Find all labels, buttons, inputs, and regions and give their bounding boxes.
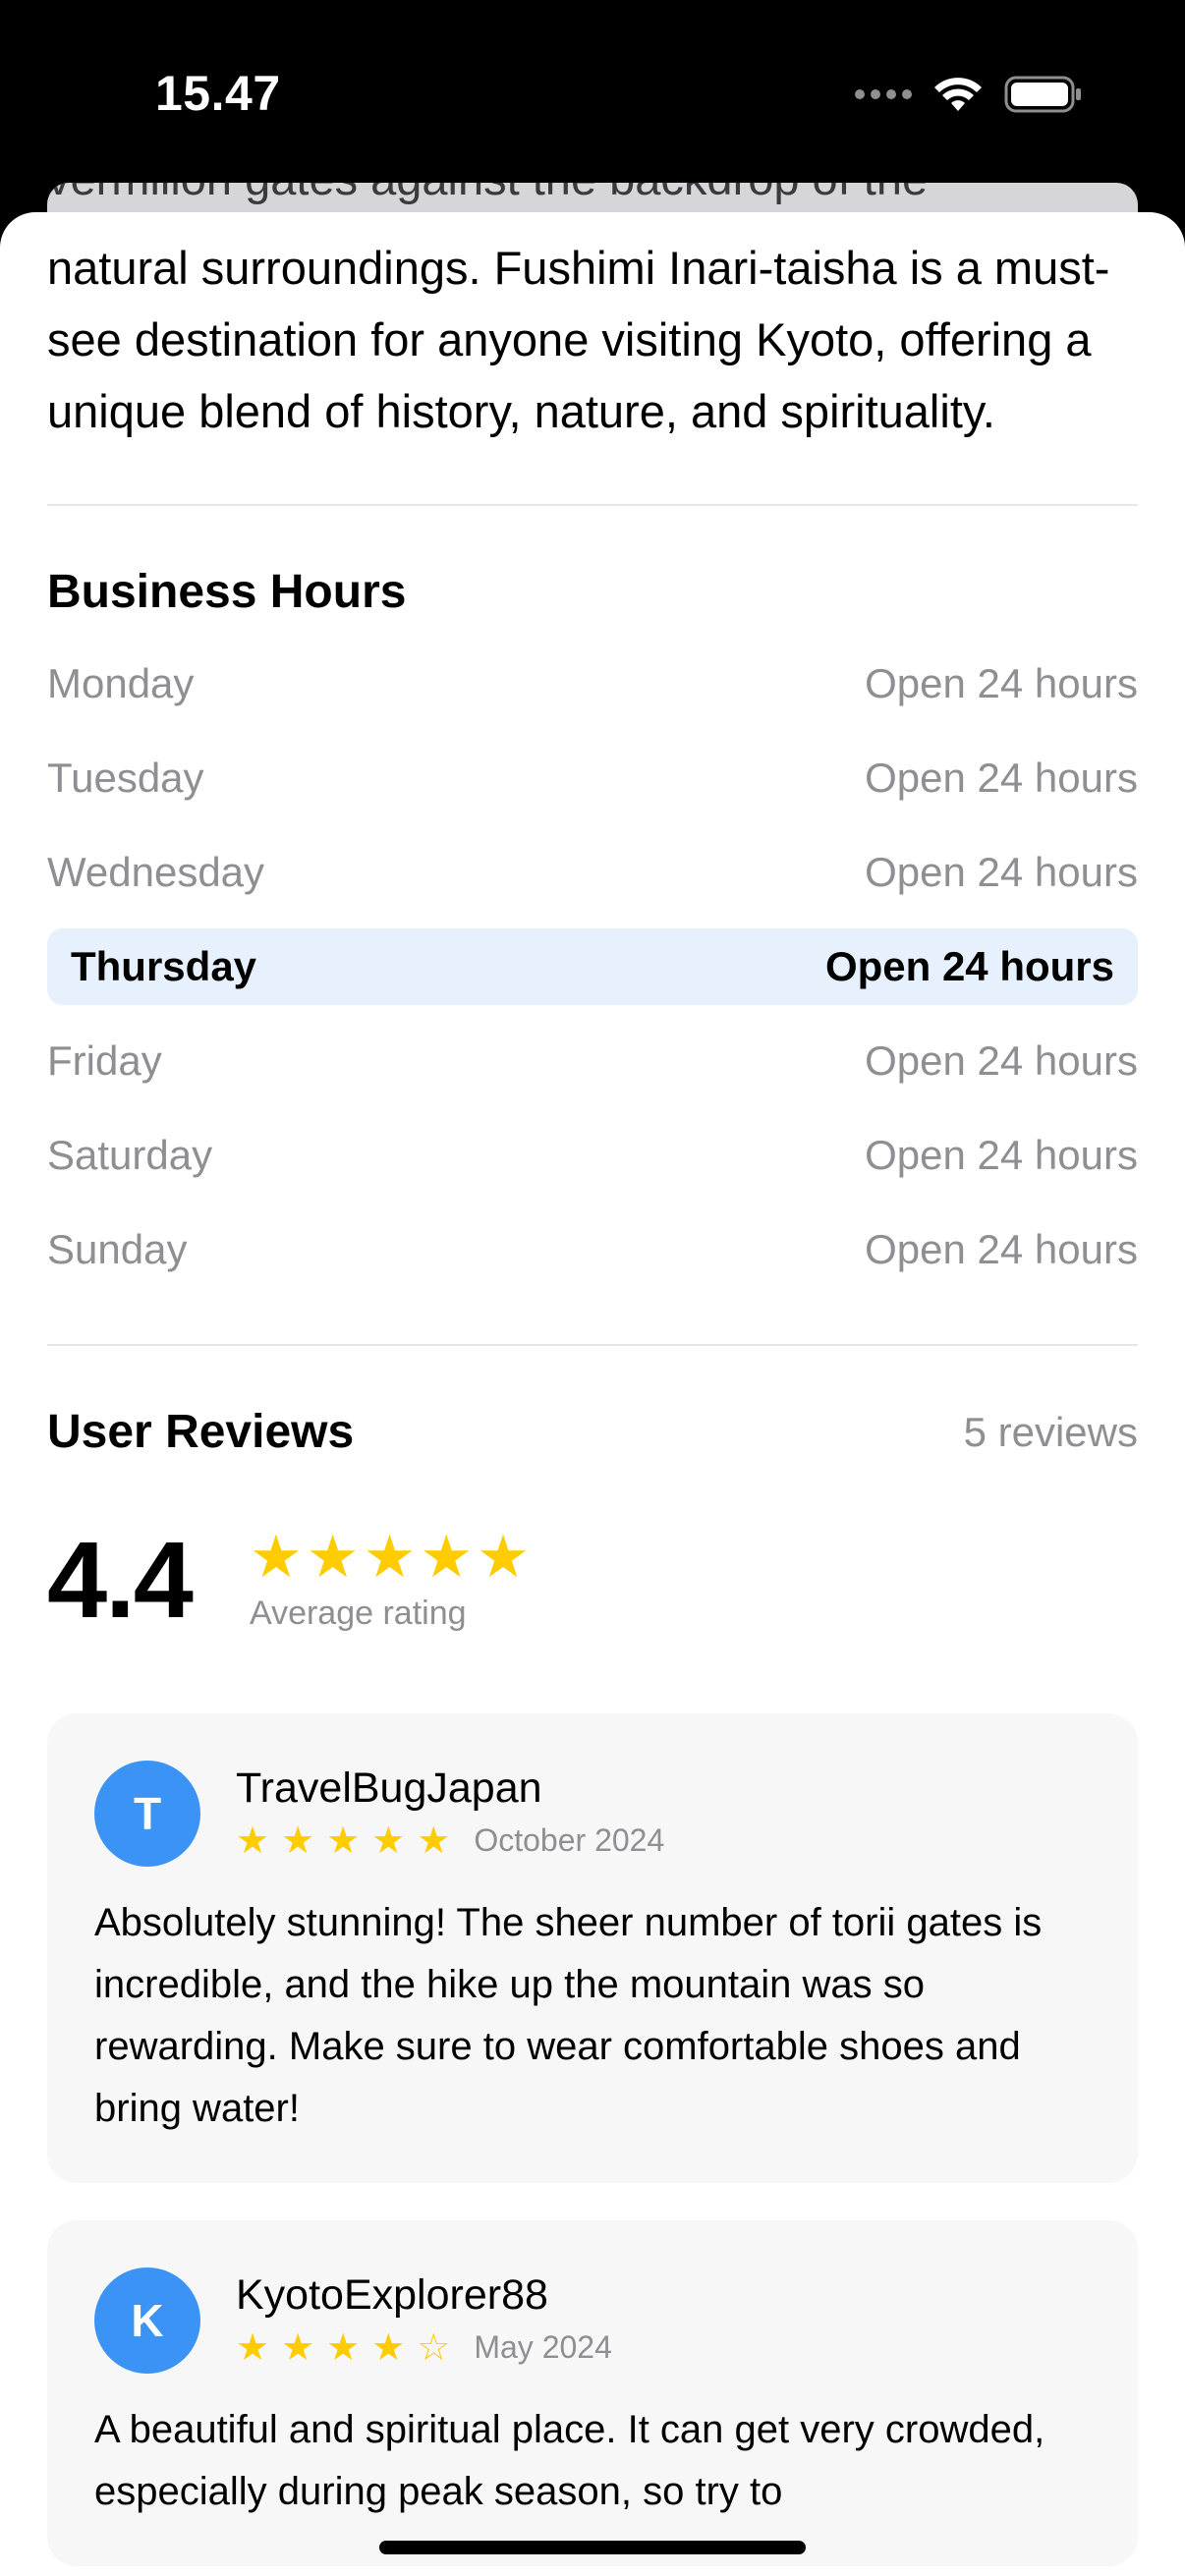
hours-row-thursday-today: Thursday Open 24 hours: [47, 928, 1138, 1005]
hours-row-tuesday: Tuesday Open 24 hours: [47, 731, 1138, 825]
hours-value: Open 24 hours: [865, 1226, 1138, 1272]
user-reviews-title: User Reviews: [47, 1406, 355, 1458]
sheet-content: natural surroundings. Fushimi Inari-tais…: [47, 212, 1138, 2566]
business-hours-title: Business Hours: [47, 566, 407, 618]
review-card[interactable]: T TravelBugJapan ★★★★★ October 2024 Abso…: [47, 1713, 1138, 2183]
reviews-count: 5 reviews: [963, 1408, 1138, 1455]
review-meta: KyotoExplorer88 ★★★★☆ May 2024: [236, 2271, 612, 2370]
avatar: K: [94, 2268, 200, 2374]
place-details-sheet[interactable]: natural surroundings. Fushimi Inari-tais…: [0, 212, 1185, 2576]
divider: [47, 1344, 1138, 1346]
reviewer-name: KyotoExplorer88: [236, 2271, 548, 2319]
review-rating: ★★★★☆ May 2024: [236, 2325, 612, 2370]
day-label: Friday: [47, 1037, 162, 1084]
background-sheet-text: vermilion gates against the backdrop of …: [47, 183, 928, 205]
average-rating-summary: 4.4 ★★★★★ Average rating: [47, 1518, 1138, 1643]
average-rating-stars-icon: ★★★★★: [250, 1524, 534, 1590]
home-indicator[interactable]: [379, 2541, 806, 2554]
star-rating-icon: ★★★★☆: [236, 2327, 463, 2369]
divider: [47, 504, 1138, 506]
hours-row-sunday: Sunday Open 24 hours: [47, 1203, 1138, 1297]
hours-value: Open 24 hours: [824, 943, 1114, 989]
day-label: Tuesday: [47, 755, 204, 801]
review-meta: TravelBugJapan ★★★★★ October 2024: [236, 1764, 664, 1863]
business-hours-section: Business Hours Monday Open 24 hours Tues…: [47, 565, 1138, 1297]
day-label: Wednesday: [47, 849, 265, 895]
day-label: Sunday: [47, 1226, 188, 1272]
average-rating-label: Average rating: [250, 1595, 467, 1632]
hours-value: Open 24 hours: [865, 849, 1138, 895]
hours-row-monday: Monday Open 24 hours: [47, 637, 1138, 731]
status-icons: [855, 75, 1083, 114]
status-time: 15.47: [155, 66, 281, 121]
review-header: K KyotoExplorer88 ★★★★☆ May 2024: [94, 2268, 1091, 2374]
wifi-icon: [934, 78, 982, 111]
hours-value: Open 24 hours: [865, 1132, 1138, 1178]
star-rating-icon: ★★★★★: [236, 1820, 463, 1862]
hours-row-friday: Friday Open 24 hours: [47, 1014, 1138, 1108]
review-date: May 2024: [474, 2329, 612, 2365]
average-rating-details: ★★★★★ Average rating: [250, 1528, 534, 1633]
reviewer-name: TravelBugJapan: [236, 1764, 542, 1812]
review-text: A beautiful and spiritual place. It can …: [94, 2408, 1045, 2513]
status-bar: 15.47: [0, 0, 1185, 187]
day-label: Saturday: [47, 1132, 213, 1178]
hours-value: Open 24 hours: [865, 755, 1138, 801]
cellular-signal-icon: [855, 89, 912, 99]
hours-row-wednesday: Wednesday Open 24 hours: [47, 825, 1138, 920]
battery-icon: [1004, 76, 1081, 113]
review-text: Absolutely stunning! The sheer number of…: [94, 1901, 1043, 2130]
hours-value: Open 24 hours: [865, 1037, 1138, 1084]
user-reviews-section: User Reviews 5 reviews 4.4 ★★★★★ Average…: [47, 1405, 1138, 2566]
review-date: October 2024: [474, 1822, 665, 1858]
reviews-header: User Reviews 5 reviews: [47, 1405, 1138, 1459]
hours-value: Open 24 hours: [865, 660, 1138, 706]
average-rating-value: 4.4: [47, 1520, 194, 1641]
hours-row-saturday: Saturday Open 24 hours: [47, 1108, 1138, 1203]
day-label: Thursday: [71, 943, 257, 989]
review-header: T TravelBugJapan ★★★★★ October 2024: [94, 1761, 1091, 1867]
place-description: natural surroundings. Fushimi Inari-tais…: [47, 242, 1110, 437]
hours-list: Monday Open 24 hours Tuesday Open 24 hou…: [47, 637, 1138, 1297]
day-label: Monday: [47, 660, 195, 706]
avatar: T: [94, 1761, 200, 1867]
review-rating: ★★★★★ October 2024: [236, 1819, 664, 1863]
review-card[interactable]: K KyotoExplorer88 ★★★★☆ May 2024 A beaut…: [47, 2220, 1138, 2566]
